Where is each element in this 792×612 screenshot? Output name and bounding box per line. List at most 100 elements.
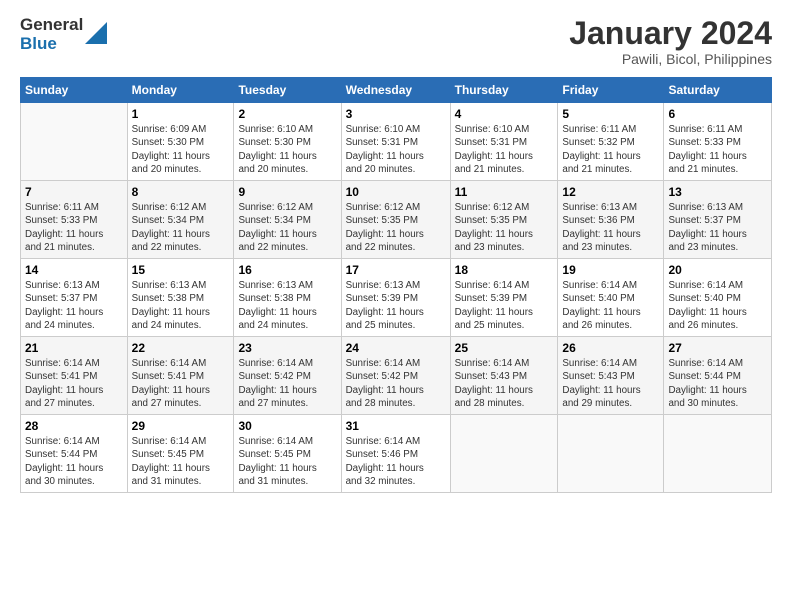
day-number: 31	[346, 419, 446, 433]
header-cell-tuesday: Tuesday	[234, 78, 341, 103]
day-cell: 24 Sunrise: 6:14 AMSunset: 5:42 PMDayligh…	[341, 337, 450, 415]
day-info: Sunrise: 6:14 AMSunset: 5:42 PMDaylight:…	[346, 357, 446, 410]
day-info: Sunrise: 6:14 AMSunset: 5:46 PMDaylight:…	[346, 435, 446, 488]
day-number: 16	[238, 263, 336, 277]
day-info: Sunrise: 6:13 AMSunset: 5:37 PMDaylight:…	[25, 279, 123, 332]
day-cell: 14 Sunrise: 6:13 AMSunset: 5:37 PMDayligh…	[21, 259, 128, 337]
day-cell: 7 Sunrise: 6:11 AMSunset: 5:33 PMDaylight…	[21, 181, 128, 259]
logo-blue: Blue	[20, 35, 83, 54]
day-info: Sunrise: 6:13 AMSunset: 5:37 PMDaylight:…	[668, 201, 767, 254]
day-info: Sunrise: 6:14 AMSunset: 5:41 PMDaylight:…	[25, 357, 123, 410]
day-info: Sunrise: 6:14 AMSunset: 5:43 PMDaylight:…	[455, 357, 554, 410]
day-cell: 29Sunrise: 6:14 AMSunset: 5:45 PMDayligh…	[127, 415, 234, 493]
month-title: January 2024	[569, 16, 772, 51]
day-cell: 10Sunrise: 6:12 AMSunset: 5:35 PMDayligh…	[341, 181, 450, 259]
day-info: Sunrise: 6:14 AMSunset: 5:45 PMDaylight:…	[238, 435, 336, 488]
day-number: 30	[238, 419, 336, 433]
day-cell: 12 Sunrise: 6:13 AMSunset: 5:36 PMDayligh…	[558, 181, 664, 259]
day-cell: 8Sunrise: 6:12 AMSunset: 5:34 PMDaylight…	[127, 181, 234, 259]
day-cell: 26Sunrise: 6:14 AMSunset: 5:43 PMDayligh…	[558, 337, 664, 415]
header-cell-saturday: Saturday	[664, 78, 772, 103]
header-cell-friday: Friday	[558, 78, 664, 103]
day-info: Sunrise: 6:13 AMSunset: 5:39 PMDaylight:…	[346, 279, 446, 332]
day-info: Sunrise: 6:12 AMSunset: 5:34 PMDaylight:…	[238, 201, 336, 254]
logo-text: General Blue	[20, 16, 83, 53]
day-cell: 21 Sunrise: 6:14 AMSunset: 5:41 PMDayligh…	[21, 337, 128, 415]
day-number: 5	[562, 107, 659, 121]
day-cell: 17Sunrise: 6:13 AMSunset: 5:39 PMDayligh…	[341, 259, 450, 337]
day-info: Sunrise: 6:13 AMSunset: 5:38 PMDaylight:…	[238, 279, 336, 332]
day-cell	[558, 415, 664, 493]
day-info: Sunrise: 6:13 AMSunset: 5:36 PMDaylight:…	[562, 201, 659, 254]
week-row-1: 7 Sunrise: 6:11 AMSunset: 5:33 PMDaylight…	[21, 181, 772, 259]
header-cell-sunday: Sunday	[21, 78, 128, 103]
day-number: 15	[132, 263, 230, 277]
day-number: 28	[25, 419, 123, 433]
day-cell: 2 Sunrise: 6:10 AMSunset: 5:30 PMDaylight…	[234, 103, 341, 181]
day-cell: 23Sunrise: 6:14 AMSunset: 5:42 PMDayligh…	[234, 337, 341, 415]
day-number: 23	[238, 341, 336, 355]
day-number: 14	[25, 263, 123, 277]
day-number: 24	[346, 341, 446, 355]
day-cell: 15 Sunrise: 6:13 AMSunset: 5:38 PMDayligh…	[127, 259, 234, 337]
day-cell: 22 Sunrise: 6:14 AMSunset: 5:41 PMDayligh…	[127, 337, 234, 415]
subtitle: Pawili, Bicol, Philippines	[569, 51, 772, 67]
day-number: 19	[562, 263, 659, 277]
calendar-table: SundayMondayTuesdayWednesdayThursdayFrid…	[20, 77, 772, 493]
day-info: Sunrise: 6:14 AMSunset: 5:41 PMDaylight:…	[132, 357, 230, 410]
day-number: 2	[238, 107, 336, 121]
week-row-2: 14 Sunrise: 6:13 AMSunset: 5:37 PMDayligh…	[21, 259, 772, 337]
day-number: 9	[238, 185, 336, 199]
day-info: Sunrise: 6:14 AMSunset: 5:40 PMDaylight:…	[562, 279, 659, 332]
day-number: 26	[562, 341, 659, 355]
day-cell: 28 Sunrise: 6:14 AMSunset: 5:44 PMDayligh…	[21, 415, 128, 493]
day-info: Sunrise: 6:10 AMSunset: 5:30 PMDaylight:…	[238, 123, 336, 176]
day-info: Sunrise: 6:13 AMSunset: 5:38 PMDaylight:…	[132, 279, 230, 332]
day-number: 1	[132, 107, 230, 121]
day-cell: 13Sunrise: 6:13 AMSunset: 5:37 PMDayligh…	[664, 181, 772, 259]
week-row-4: 28 Sunrise: 6:14 AMSunset: 5:44 PMDayligh…	[21, 415, 772, 493]
header-cell-wednesday: Wednesday	[341, 78, 450, 103]
week-row-0: 1 Sunrise: 6:09 AMSunset: 5:30 PMDaylight…	[21, 103, 772, 181]
logo-general: General	[20, 16, 83, 35]
day-info: Sunrise: 6:11 AMSunset: 5:33 PMDaylight:…	[25, 201, 123, 254]
day-cell: 9 Sunrise: 6:12 AMSunset: 5:34 PMDaylight…	[234, 181, 341, 259]
day-cell: 18 Sunrise: 6:14 AMSunset: 5:39 PMDayligh…	[450, 259, 558, 337]
day-number: 12	[562, 185, 659, 199]
day-info: Sunrise: 6:10 AMSunset: 5:31 PMDaylight:…	[455, 123, 554, 176]
logo-icon	[85, 22, 107, 44]
day-cell: 20Sunrise: 6:14 AMSunset: 5:40 PMDayligh…	[664, 259, 772, 337]
day-info: Sunrise: 6:11 AMSunset: 5:33 PMDaylight:…	[668, 123, 767, 176]
day-number: 21	[25, 341, 123, 355]
day-cell: 19 Sunrise: 6:14 AMSunset: 5:40 PMDayligh…	[558, 259, 664, 337]
day-number: 20	[668, 263, 767, 277]
day-cell: 3Sunrise: 6:10 AMSunset: 5:31 PMDaylight…	[341, 103, 450, 181]
header-row: SundayMondayTuesdayWednesdayThursdayFrid…	[21, 78, 772, 103]
day-cell: 5Sunrise: 6:11 AMSunset: 5:32 PMDaylight…	[558, 103, 664, 181]
day-cell: 6Sunrise: 6:11 AMSunset: 5:33 PMDaylight…	[664, 103, 772, 181]
day-number: 25	[455, 341, 554, 355]
day-info: Sunrise: 6:14 AMSunset: 5:39 PMDaylight:…	[455, 279, 554, 332]
day-info: Sunrise: 6:09 AMSunset: 5:30 PMDaylight:…	[132, 123, 230, 176]
day-info: Sunrise: 6:14 AMSunset: 5:45 PMDaylight:…	[132, 435, 230, 488]
header: General Blue January 2024 Pawili, Bicol,…	[20, 16, 772, 67]
logo: General Blue	[20, 16, 107, 53]
day-number: 18	[455, 263, 554, 277]
day-cell: 16 Sunrise: 6:13 AMSunset: 5:38 PMDayligh…	[234, 259, 341, 337]
day-cell: 25 Sunrise: 6:14 AMSunset: 5:43 PMDayligh…	[450, 337, 558, 415]
day-number: 11	[455, 185, 554, 199]
day-number: 3	[346, 107, 446, 121]
title-block: January 2024 Pawili, Bicol, Philippines	[569, 16, 772, 67]
day-number: 7	[25, 185, 123, 199]
header-cell-thursday: Thursday	[450, 78, 558, 103]
day-cell: 30 Sunrise: 6:14 AMSunset: 5:45 PMDayligh…	[234, 415, 341, 493]
day-number: 4	[455, 107, 554, 121]
day-number: 22	[132, 341, 230, 355]
page: General Blue January 2024 Pawili, Bicol,…	[0, 0, 792, 612]
day-number: 10	[346, 185, 446, 199]
header-cell-monday: Monday	[127, 78, 234, 103]
day-cell	[450, 415, 558, 493]
day-cell: 11Sunrise: 6:12 AMSunset: 5:35 PMDayligh…	[450, 181, 558, 259]
week-row-3: 21 Sunrise: 6:14 AMSunset: 5:41 PMDayligh…	[21, 337, 772, 415]
day-info: Sunrise: 6:14 AMSunset: 5:44 PMDaylight:…	[25, 435, 123, 488]
